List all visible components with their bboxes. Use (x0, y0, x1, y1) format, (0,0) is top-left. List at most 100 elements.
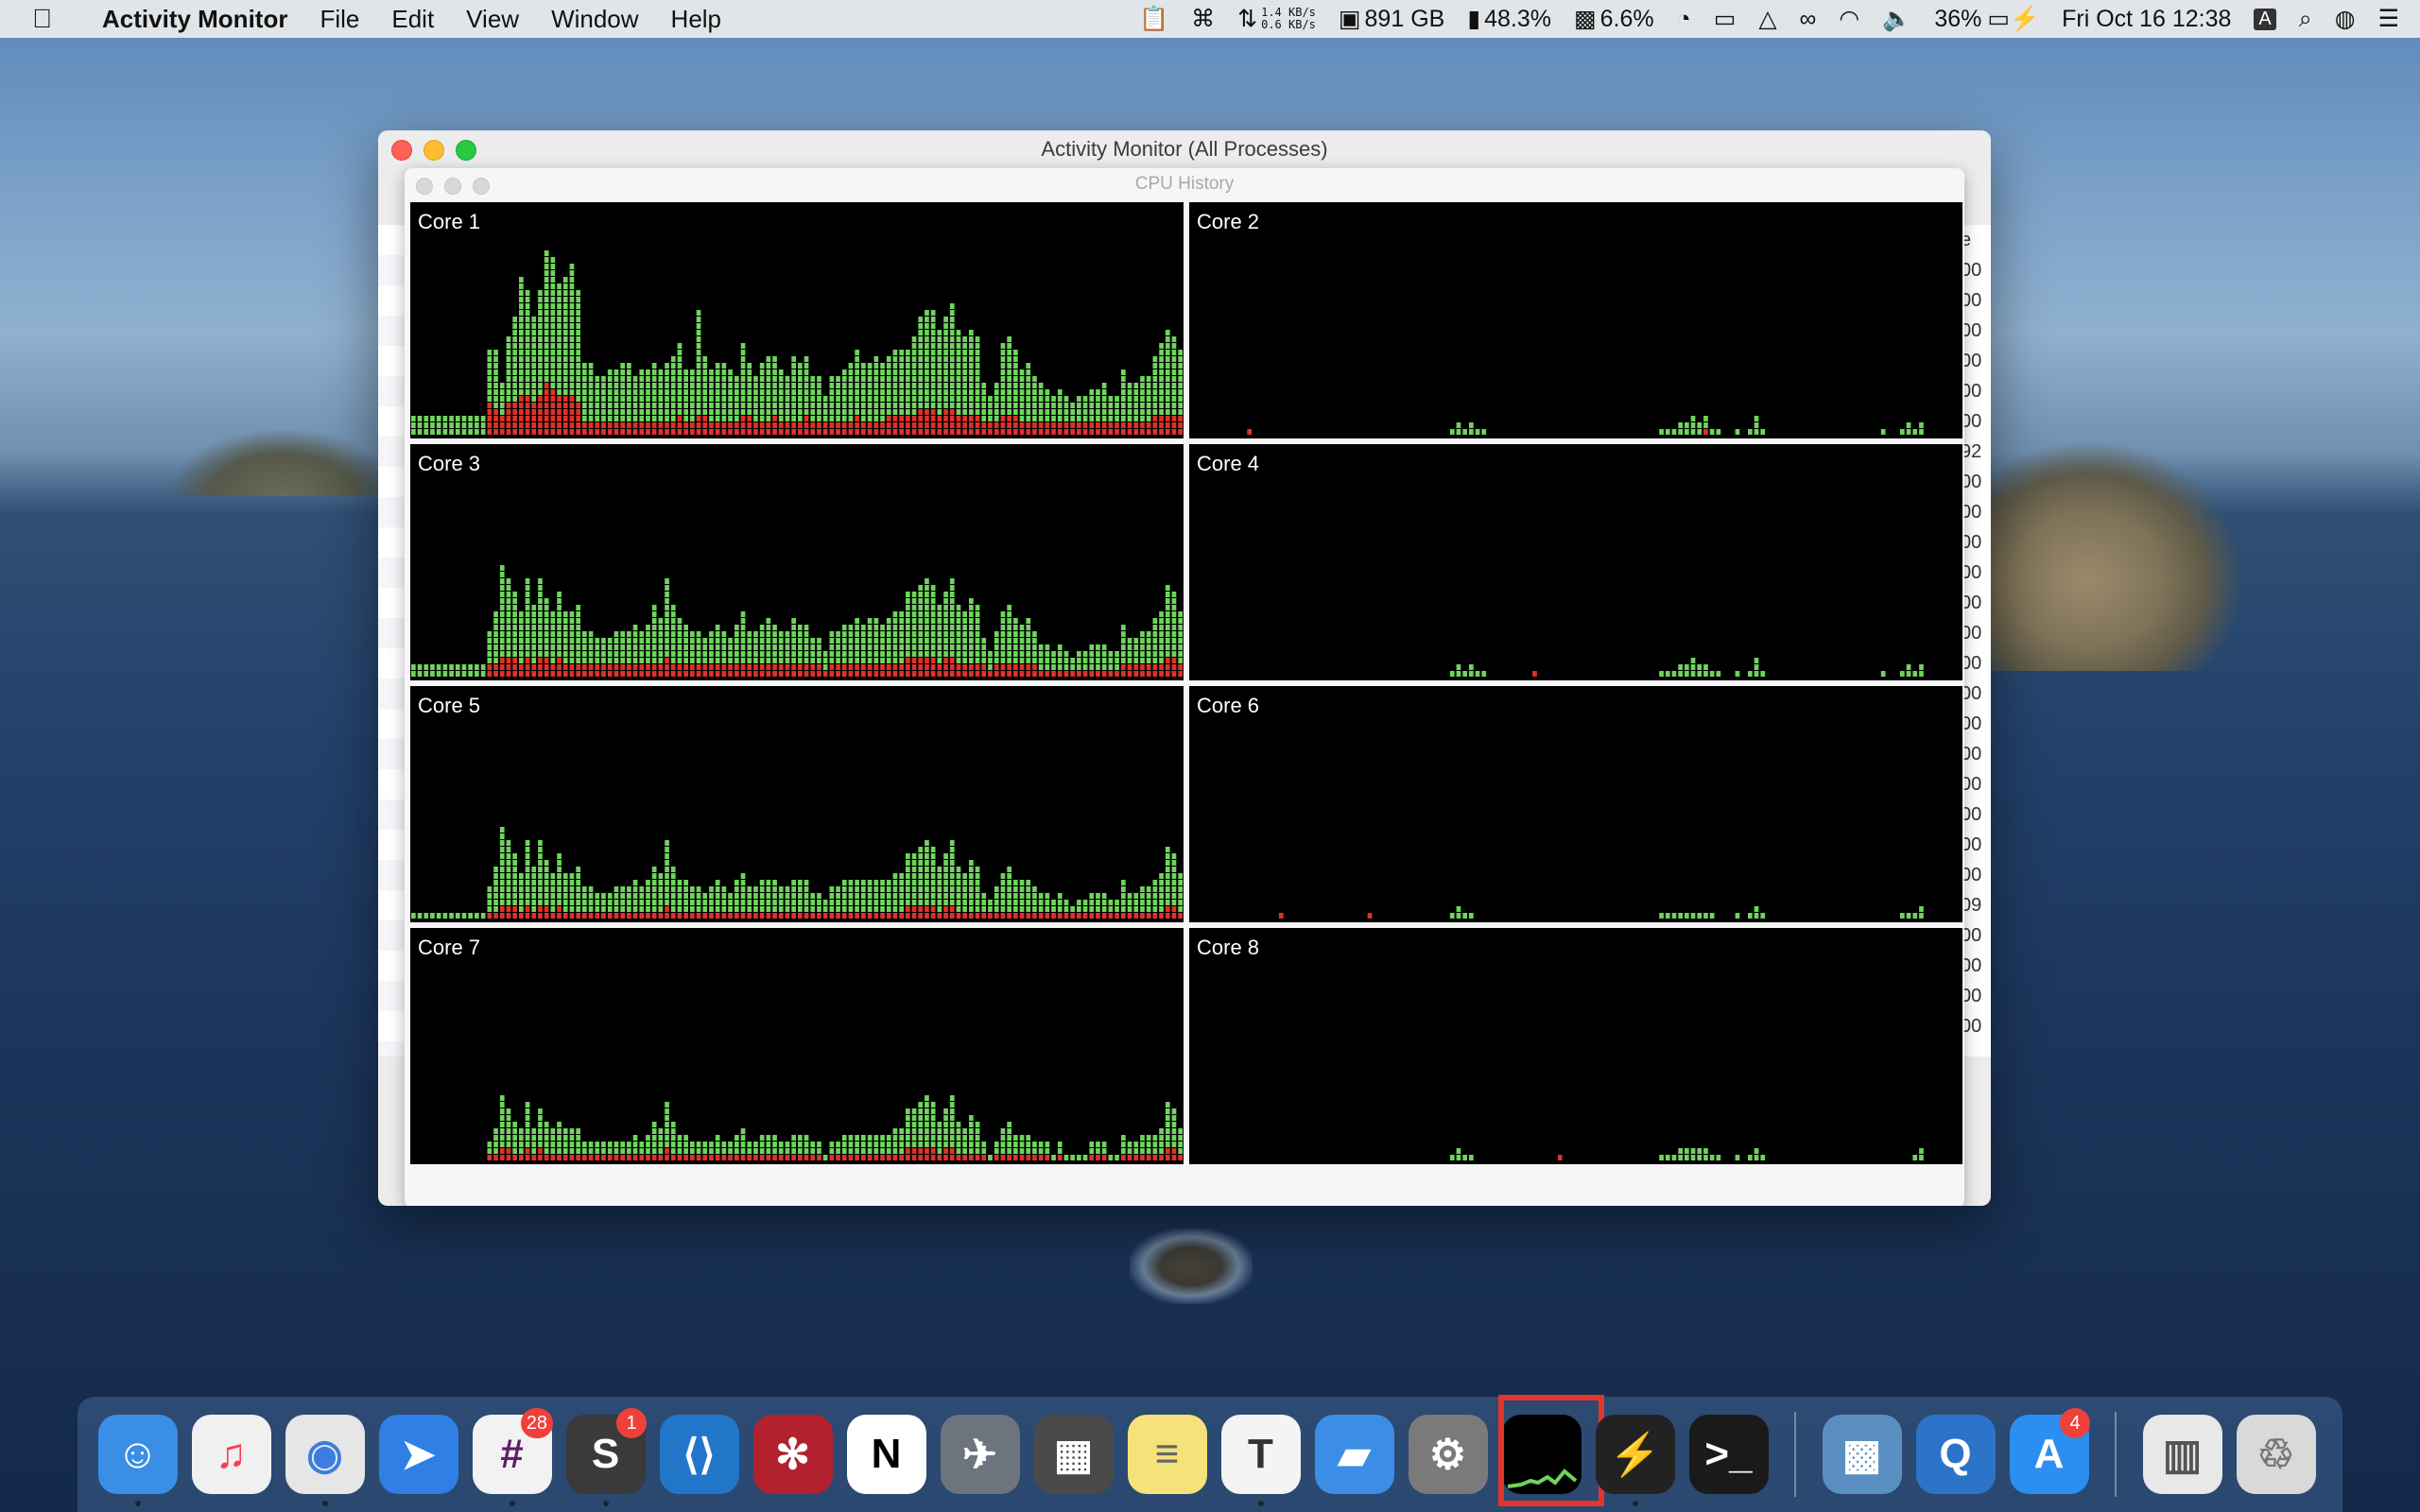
dock-item-textedit[interactable]: T (1214, 1402, 1307, 1506)
volume-icon[interactable]: 🔈 (1882, 6, 1911, 33)
user-load-cell (512, 893, 517, 899)
user-load-cell (892, 389, 898, 395)
user-load-cell (911, 893, 917, 899)
user-load-cell (861, 651, 866, 657)
system-load-cell (728, 429, 733, 435)
menu-help[interactable]: Help (671, 5, 721, 34)
dock-item-system-preferences[interactable]: ⚙ (1401, 1402, 1495, 1506)
command-icon[interactable]: ⌘ (1191, 5, 1215, 33)
user-load-cell (601, 644, 606, 650)
user-load-cell (1133, 1142, 1139, 1147)
user-load-cell (696, 396, 701, 402)
dock-item-vscode[interactable]: ⟨⟩ (652, 1402, 746, 1506)
battery-stat[interactable]: 36% ▭⚡ (1934, 5, 2039, 33)
user-load-cell (918, 356, 924, 362)
user-load-cell (538, 578, 543, 584)
user-load-cell (544, 270, 549, 276)
user-load-cell (841, 638, 847, 644)
dock-item-keynote[interactable]: ▰ (1307, 1402, 1401, 1506)
user-load-cell (804, 363, 809, 369)
airplay-icon[interactable]: ▭ (1714, 5, 1737, 33)
fan-icon[interactable]: ◔ (1677, 6, 1691, 33)
disk-stat[interactable]: ▣ 891 GB (1339, 5, 1444, 33)
dock-item-scrivener[interactable]: S1 (559, 1402, 652, 1506)
clock[interactable]: Fri Oct 16 12:38 (2062, 6, 2231, 33)
user-load-cell (1171, 860, 1177, 866)
user-load-cell (487, 356, 493, 362)
user-load-cell (753, 893, 758, 899)
drive-icon[interactable]: △ (1758, 5, 1776, 33)
window-zoom-button[interactable] (456, 140, 476, 161)
user-load-cell (569, 284, 575, 289)
system-load-cell (810, 913, 816, 919)
menu-edit[interactable]: Edit (391, 5, 434, 34)
network-stats[interactable]: ⇅ 1.4 KB/s 0.6 KB/s (1237, 5, 1316, 33)
user-load-cell (562, 330, 568, 335)
user-load-cell (949, 369, 955, 375)
apple-menu-icon[interactable]:  (32, 4, 74, 34)
window-close-button[interactable] (391, 140, 412, 161)
dock-item-compass[interactable]: ➤ (372, 1402, 465, 1506)
dock-item-slack[interactable]: #28 (465, 1402, 559, 1506)
dock-item-mendeley[interactable]: ✻ (746, 1402, 839, 1506)
dock-item-preview[interactable]: ▩ (1815, 1402, 1909, 1506)
panel-minimize-button[interactable] (444, 178, 461, 195)
dock-item-app-store[interactable]: A4 (2002, 1402, 2096, 1506)
user-load-cell (1108, 900, 1114, 905)
user-load-cell (930, 389, 936, 395)
user-load-cell (709, 396, 714, 402)
spotlight-search-icon[interactable]: ⌕ (2299, 6, 2312, 33)
menu-file[interactable]: File (320, 5, 359, 34)
user-load-cell (886, 906, 891, 912)
user-load-cell (785, 1148, 790, 1154)
memory-stat[interactable]: ▮ 48.3% (1467, 5, 1551, 33)
input-source-icon[interactable]: A (2254, 8, 2276, 30)
clipboard-icon[interactable]: 📋 (1139, 6, 1168, 33)
user-load-cell (525, 297, 530, 302)
menu-window[interactable]: Window (551, 5, 638, 34)
system-load-cell (798, 664, 803, 670)
siri-icon[interactable]: ◍ (2335, 5, 2356, 33)
dock-item-activity-monitor[interactable] (1495, 1395, 1604, 1506)
user-load-cell (1032, 396, 1037, 402)
menu-view[interactable]: View (466, 5, 519, 34)
user-load-cell (544, 631, 549, 637)
system-load-cell (1089, 671, 1095, 677)
panel-zoom-button[interactable] (473, 178, 490, 195)
dock-item-launchpad[interactable]: ✈ (933, 1402, 1027, 1506)
window-minimize-button[interactable] (424, 140, 444, 161)
system-load-cell (595, 664, 600, 670)
system-load-cell (880, 422, 885, 428)
system-load-cell (925, 658, 929, 663)
cpu-stat[interactable]: ▩ 6.6% (1574, 5, 1654, 33)
window-titlebar[interactable]: Activity Monitor (All Processes) (378, 130, 1991, 168)
system-load-cell (677, 671, 683, 677)
dock-item-chrome[interactable]: ◉ (278, 1402, 372, 1506)
dock-item-notion[interactable]: N (839, 1402, 933, 1506)
dock-item-trash[interactable]: ♲ (2229, 1402, 2323, 1506)
dock-item-quicktime[interactable]: Q (1909, 1402, 2002, 1506)
dock-item-iterm[interactable]: ⚡ (1588, 1402, 1682, 1506)
dock-item-disk-utility[interactable]: ▥ (2135, 1402, 2229, 1506)
user-load-cell (677, 893, 683, 899)
user-load-cell (759, 625, 765, 630)
wifi-icon[interactable]: ◠ (1839, 5, 1859, 33)
dock-item-music[interactable]: ♫ (184, 1402, 278, 1506)
user-load-cell (519, 906, 524, 912)
system-load-cell (538, 403, 543, 408)
user-load-cell (1140, 1142, 1145, 1147)
dock-item-finder[interactable]: ☺ (91, 1402, 184, 1506)
dock-item-preview-screenshot[interactable]: ▦ (1027, 1402, 1120, 1506)
notification-center-icon[interactable]: ☰ (2378, 5, 2399, 33)
dock-item-notes[interactable]: ≡ (1120, 1402, 1214, 1506)
user-load-cell (525, 350, 530, 355)
user-load-cell (1178, 389, 1183, 395)
user-load-cell (962, 906, 967, 912)
glasses-icon[interactable]: ∞ (1800, 6, 1817, 33)
panel-close-button[interactable] (416, 178, 433, 195)
user-load-cell (1140, 658, 1145, 663)
panel-titlebar[interactable]: CPU History (405, 168, 1964, 200)
menu-app-name[interactable]: Activity Monitor (102, 5, 287, 34)
dock-item-terminal[interactable]: >_ (1682, 1402, 1775, 1506)
user-load-cell (544, 343, 549, 349)
